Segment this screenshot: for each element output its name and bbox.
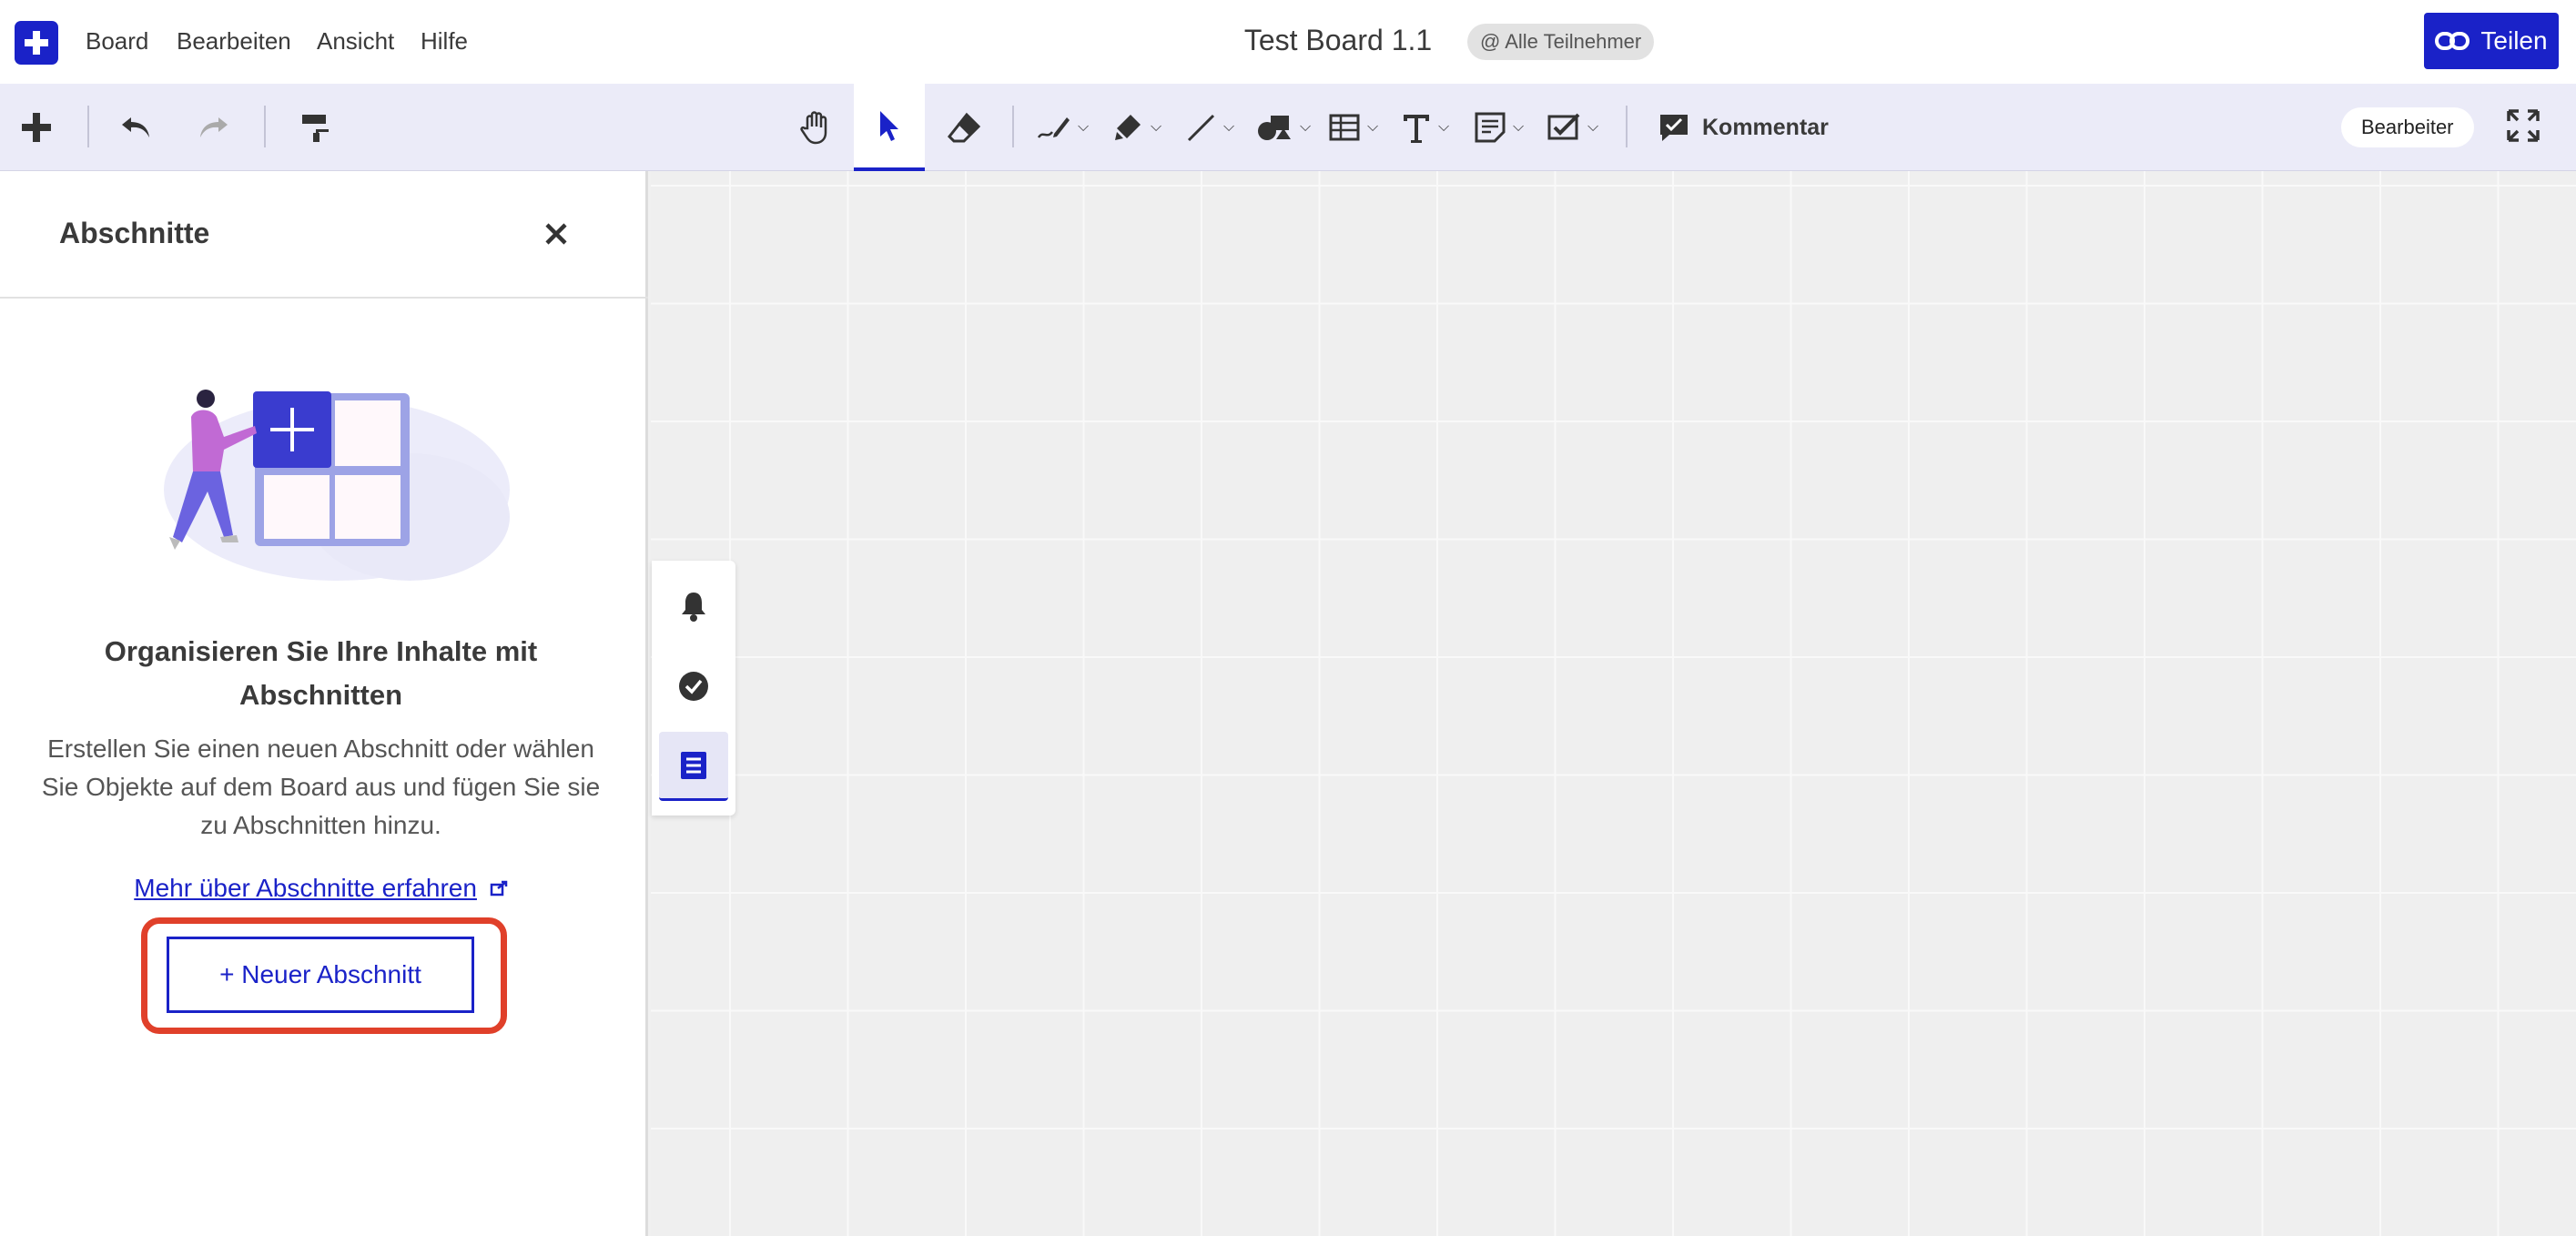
- chevron-down-icon: ⌵: [1438, 119, 1450, 135]
- comment-icon: [1660, 115, 1688, 141]
- close-icon[interactable]: [535, 213, 577, 255]
- chevron-down-icon: ⌵: [1513, 119, 1525, 135]
- table-icon: [1329, 114, 1360, 141]
- chevron-down-icon: ⌵: [1151, 119, 1162, 135]
- new-section-button[interactable]: + Neuer Abschnitt: [167, 937, 474, 1013]
- main-toolbar: ⌵ ⌵ ⌵ ⌵ ⌵ ⌵ ⌵ ⌵ Kommentar: [0, 84, 2576, 171]
- board-title[interactable]: Test Board 1.1: [1183, 24, 1493, 57]
- fullscreen-icon[interactable]: [2505, 107, 2541, 148]
- sticky-note-tool-group[interactable]: ⌵: [1475, 84, 1524, 171]
- toolbar-divider: [87, 106, 89, 147]
- sections-illustration: [164, 390, 510, 581]
- sections-list-icon[interactable]: [659, 732, 728, 801]
- table-tool-group[interactable]: ⌵: [1329, 84, 1378, 171]
- toolbar-divider: [264, 106, 266, 147]
- sections-panel: Abschnitte Organisieren Sie Ihre Inhalte…: [0, 171, 648, 1236]
- chevron-down-icon: ⌵: [1223, 119, 1235, 135]
- shapes-tool-group[interactable]: ⌵: [1256, 84, 1311, 171]
- template-tool-group[interactable]: ⌵: [1547, 84, 1598, 171]
- line-icon: [1187, 114, 1215, 142]
- menu-view[interactable]: Ansicht: [317, 27, 394, 56]
- toolbar-divider: [1012, 106, 1014, 147]
- chevron-down-icon: ⌵: [1300, 119, 1312, 135]
- share-label: Teilen: [2480, 26, 2548, 55]
- chevron-down-icon: ⌵: [1367, 119, 1379, 135]
- eraser-icon[interactable]: [941, 84, 987, 171]
- notifications-bell-icon[interactable]: [659, 572, 728, 641]
- learn-more-link[interactable]: Mehr über Abschnitte erfahren: [36, 874, 605, 903]
- menu-edit[interactable]: Bearbeiten: [177, 27, 291, 56]
- learn-more-label: Mehr über Abschnitte erfahren: [134, 874, 477, 902]
- shapes-icon: [1258, 116, 1291, 140]
- comment-button[interactable]: Kommentar: [1658, 84, 1829, 171]
- pen-tool-group[interactable]: ⌵: [1036, 84, 1089, 171]
- undo-icon[interactable]: [117, 84, 157, 171]
- app-logo-icon[interactable]: [15, 21, 58, 65]
- top-menu-bar: Board Bearbeiten Ansicht Hilfe Test Boar…: [0, 0, 2576, 84]
- highlighter-tool-group[interactable]: ⌵: [1112, 84, 1161, 171]
- chevron-down-icon: ⌵: [1078, 119, 1090, 135]
- format-painter-icon[interactable]: [295, 84, 335, 171]
- side-mini-toolbar: [652, 561, 735, 816]
- add-icon[interactable]: [16, 84, 56, 171]
- sticky-note-icon: [1475, 112, 1506, 143]
- toolbar-divider: [1626, 106, 1628, 147]
- empty-state-heading: Organisieren Sie Ihre Inhalte mit Abschn…: [104, 635, 538, 711]
- menu-board[interactable]: Board: [86, 27, 148, 56]
- link-icon: [2435, 32, 2470, 50]
- highlighter-icon: [1115, 115, 1141, 140]
- board-canvas[interactable]: [651, 171, 2576, 1236]
- panel-header: Abschnitte: [0, 171, 648, 299]
- share-button[interactable]: Teilen: [2424, 13, 2559, 69]
- template-icon: [1547, 113, 1580, 140]
- text-icon: [1404, 115, 1429, 143]
- chevron-down-icon: ⌵: [1587, 119, 1599, 135]
- menu-help[interactable]: Hilfe: [421, 27, 468, 56]
- hand-tool-icon[interactable]: [794, 84, 839, 171]
- participants-badge[interactable]: @ Alle Teilnehmer: [1467, 24, 1655, 60]
- panel-title: Abschnitte: [59, 217, 210, 249]
- empty-state-description: Erstellen Sie einen neuen Abschnitt oder…: [41, 735, 601, 839]
- redo-icon[interactable]: [193, 84, 233, 171]
- comment-label: Kommentar: [1702, 114, 1829, 140]
- select-tool-icon[interactable]: [854, 84, 925, 171]
- pen-icon: [1037, 117, 1070, 138]
- external-link-icon: [490, 880, 507, 897]
- text-tool-group[interactable]: ⌵: [1402, 84, 1449, 171]
- check-circle-icon[interactable]: [659, 652, 728, 721]
- line-tool-group[interactable]: ⌵: [1185, 84, 1234, 171]
- role-badge[interactable]: Bearbeiter: [2341, 107, 2474, 147]
